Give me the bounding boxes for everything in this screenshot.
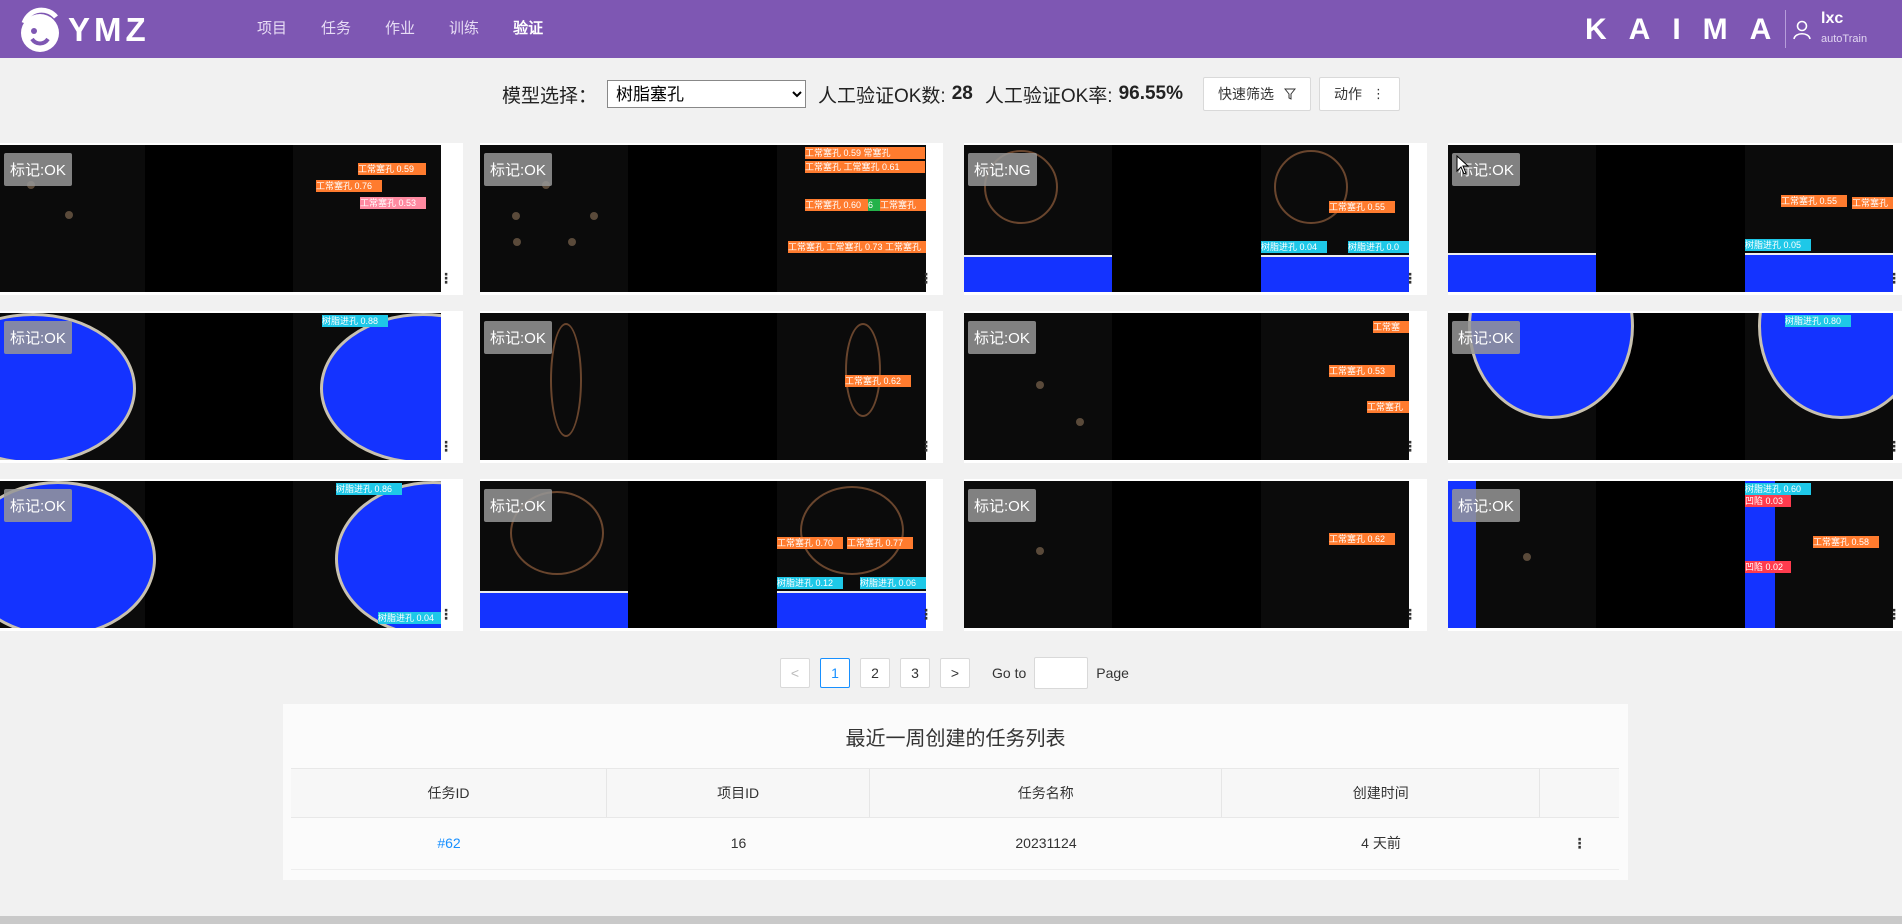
- app-logo[interactable]: YMZ: [18, 4, 150, 56]
- page-3-button[interactable]: 3: [900, 658, 930, 688]
- ok-rate-value: 96.55%: [1118, 83, 1184, 104]
- mark-label: 标记:OK: [968, 321, 1036, 354]
- action-label: 动作: [1334, 86, 1363, 102]
- more-vertical-icon[interactable]: ⋮: [439, 438, 453, 455]
- more-vertical-icon[interactable]: ⋮: [1887, 438, 1901, 455]
- user-role: autoTrain: [1821, 33, 1868, 45]
- image-card[interactable]: 工常塞孔 0.62 标记:OK ⋮: [964, 479, 1427, 631]
- more-vertical-icon[interactable]: ⋮: [439, 606, 453, 623]
- project-id-cell: 16: [730, 835, 747, 851]
- column-header-actions: [1540, 769, 1619, 817]
- more-vertical-icon[interactable]: ⋮: [919, 606, 933, 623]
- image-card[interactable]: 工常塞孔 0.59 工常塞孔 0.76 工常塞孔 0.53 标记:OK ⋮: [0, 143, 463, 295]
- logo-text: YMZ: [68, 11, 150, 48]
- nav-item-projects[interactable]: 项目: [240, 0, 304, 58]
- mark-label: 标记:OK: [4, 489, 72, 522]
- image-card[interactable]: 工常塞孔 0.55 树脂进孔 0.04 树脂进孔 0.0 标记:NG ⋮: [964, 143, 1427, 295]
- nav-item-jobs[interactable]: 作业: [368, 0, 432, 58]
- mark-label: 标记:OK: [968, 489, 1036, 522]
- image-card[interactable]: 工常塞孔 0.55 工常塞孔 树脂进孔 0.05 标记:OK ⋮: [1448, 143, 1902, 295]
- more-vertical-icon[interactable]: ⋮: [1403, 270, 1417, 287]
- task-id-cell[interactable]: #62: [291, 817, 607, 869]
- image-card[interactable]: 工常塞孔 0.59 常塞孔 工常塞孔 工常塞孔 0.61 工常塞孔 0.60 6…: [480, 143, 943, 295]
- main-nav: 项目 任务 作业 训练 验证: [240, 0, 560, 58]
- image-card[interactable]: 工常塞孔 0.62 标记:OK ⋮: [480, 311, 943, 463]
- task-name-cell: 20231124: [1015, 835, 1077, 851]
- ok-count-label: 人工验证OK数:: [817, 85, 946, 107]
- page-1-button[interactable]: 1: [820, 658, 850, 688]
- table-row[interactable]: #62 16 20231124 4 天前 ⋮: [291, 817, 1619, 870]
- mark-label: 标记:OK: [4, 321, 72, 354]
- image-card[interactable]: 树脂进孔 0.80 标记:OK ⋮: [1448, 311, 1902, 463]
- model-select[interactable]: 树脂塞孔: [606, 80, 806, 108]
- user-icon[interactable]: [1793, 20, 1811, 40]
- logo-icon: [21, 7, 59, 52]
- task-id-link[interactable]: #62: [437, 835, 460, 851]
- mark-label: 标记:NG: [968, 153, 1037, 186]
- mark-label: 标记:OK: [484, 321, 552, 354]
- image-card[interactable]: 树脂进孔 0.88 标记:OK ⋮: [0, 311, 463, 463]
- horizontal-scrollbar[interactable]: [0, 916, 1902, 924]
- nav-item-validation[interactable]: 验证: [496, 0, 560, 58]
- divider: [1785, 10, 1786, 48]
- model-select-label: 模型选择：: [501, 85, 597, 107]
- validation-toolbar: 模型选择： 树脂塞孔 人工验证OK数: 28 人工验证OK率: 96.55% 快…: [0, 76, 1902, 112]
- image-card[interactable]: 工常塞孔 0.70 工常塞孔 0.77 树脂进孔 0.12 树脂进孔 0.06 …: [480, 479, 943, 631]
- more-vertical-icon[interactable]: ⋮: [439, 270, 453, 287]
- created-cell: 4 天前: [1361, 835, 1401, 851]
- more-vertical-icon[interactable]: ⋮: [919, 438, 933, 455]
- column-header-task-name[interactable]: 任务名称: [870, 769, 1223, 817]
- mark-label: 标记:OK: [484, 153, 552, 186]
- more-vertical-icon[interactable]: ⋮: [1887, 270, 1901, 287]
- quick-filter-button[interactable]: 快速筛选: [1203, 77, 1312, 111]
- more-vertical-icon[interactable]: ⋮: [1540, 817, 1619, 869]
- page-label: Page: [1096, 665, 1129, 681]
- mark-label: 标记:OK: [484, 489, 552, 522]
- quick-filter-label: 快速筛选: [1218, 86, 1275, 102]
- column-header-task-id[interactable]: 任务ID: [291, 769, 608, 817]
- mark-label: 标记:OK: [1452, 489, 1520, 522]
- pagination: < 1 2 3 > Go to Page: [780, 657, 1129, 689]
- more-vertical-icon[interactable]: ⋮: [1403, 438, 1417, 455]
- more-vertical-icon: ⋮: [1372, 86, 1386, 101]
- column-header-project-id[interactable]: 项目ID: [607, 769, 871, 817]
- ok-count-value: 28: [951, 83, 973, 104]
- image-card[interactable]: 树脂进孔 0.60 凹陷 0.03 工常塞孔 0.58 凹陷 0.02 标记:O…: [1448, 479, 1902, 631]
- image-card[interactable]: 树脂进孔 0.86 树脂进孔 0.04 标记:OK ⋮: [0, 479, 463, 631]
- image-card[interactable]: 工常塞 工常塞孔 0.53 工常塞孔 标记:OK ⋮: [964, 311, 1427, 463]
- more-vertical-icon[interactable]: ⋮: [1887, 606, 1901, 623]
- ok-rate-label: 人工验证OK率:: [984, 85, 1113, 107]
- goto-label: Go to: [992, 665, 1027, 681]
- nav-item-tasks[interactable]: 任务: [304, 0, 368, 58]
- filter-icon: [1284, 88, 1297, 100]
- user-name[interactable]: lxc: [1821, 10, 1843, 28]
- recent-tasks-panel: 最近一周创建的任务列表 任务ID 项目ID 任务名称 创建时间 #62 16 2…: [283, 704, 1628, 880]
- column-header-created[interactable]: 创建时间: [1222, 769, 1541, 817]
- mark-label: 标记:OK: [4, 153, 72, 186]
- nav-item-training[interactable]: 训练: [432, 0, 496, 58]
- brand-logo: KAIMA: [1585, 13, 1794, 46]
- table-header: 任务ID 项目ID 任务名称 创建时间: [291, 768, 1619, 818]
- panel-title: 最近一周创建的任务列表: [845, 728, 1066, 750]
- more-vertical-icon[interactable]: ⋮: [1403, 606, 1417, 623]
- page-2-button[interactable]: 2: [860, 658, 890, 688]
- action-button[interactable]: 动作 ⋮: [1319, 77, 1401, 111]
- mark-label: 标记:OK: [1452, 321, 1520, 354]
- prev-page-button[interactable]: <: [780, 658, 810, 688]
- next-page-button[interactable]: >: [940, 658, 970, 688]
- mouse-cursor-icon: [1456, 155, 1470, 175]
- more-vertical-icon[interactable]: ⋮: [919, 270, 933, 287]
- goto-page-input[interactable]: [1034, 657, 1089, 689]
- top-navbar: YMZ 项目 任务 作业 训练 验证 KAIMA lxc autoTrain: [0, 0, 1902, 58]
